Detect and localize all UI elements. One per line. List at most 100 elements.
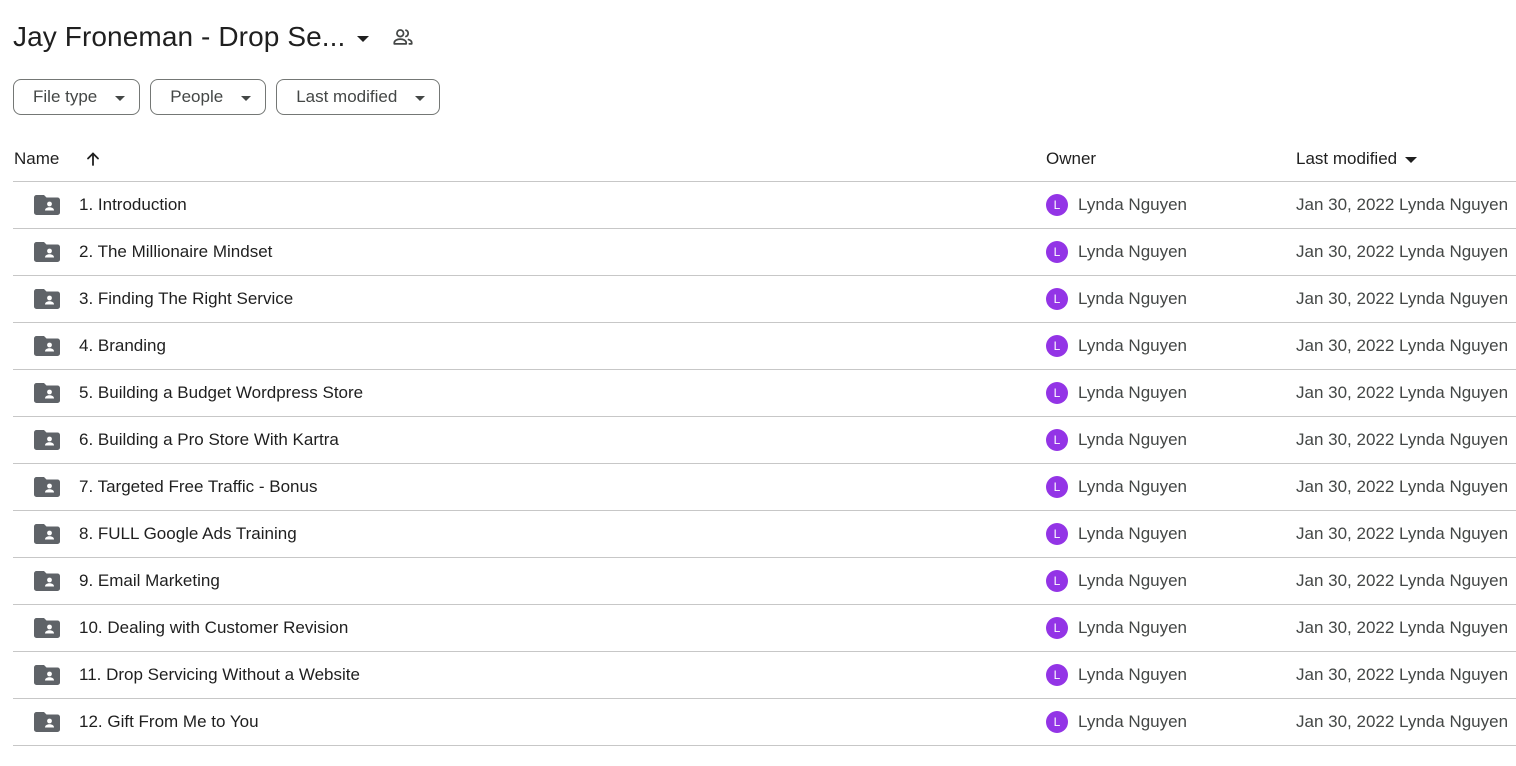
- shared-folder-icon: [34, 665, 60, 685]
- caret-down-icon[interactable]: [357, 35, 370, 42]
- filter-chips: File type People Last modified: [13, 79, 441, 115]
- avatar: L: [1046, 382, 1068, 404]
- caret-down-icon: [115, 95, 126, 101]
- last-modified-cell: Jan 30, 2022 Lynda Nguyen: [1296, 383, 1509, 402]
- last-modified-cell: Jan 30, 2022 Lynda Nguyen: [1296, 571, 1509, 590]
- file-name[interactable]: 11. Drop Servicing Without a Website: [79, 665, 360, 685]
- file-name[interactable]: 10. Dealing with Customer Revision: [79, 618, 348, 638]
- file-name[interactable]: 12. Gift From Me to You: [79, 712, 259, 732]
- owner-cell: L Lynda Nguyen: [1046, 476, 1187, 498]
- owner-name: Lynda Nguyen: [1078, 242, 1188, 261]
- table-row[interactable]: 3. Finding The Right Service L Lynda Ngu…: [13, 276, 1516, 323]
- avatar: L: [1046, 194, 1068, 216]
- table-row[interactable]: 4. Branding L Lynda Nguyen Jan 30, 2022 …: [13, 323, 1516, 370]
- file-type-filter[interactable]: File type: [13, 79, 141, 115]
- last-modified-cell: Jan 30, 2022 Lynda Nguyen: [1296, 524, 1509, 543]
- last-modified-cell: Jan 30, 2022 Lynda Nguyen: [1296, 477, 1509, 496]
- owner-name: Lynda Nguyen: [1078, 665, 1188, 684]
- table-row[interactable]: 6. Building a Pro Store With Kartra L Ly…: [13, 417, 1516, 464]
- owner-name: Lynda Nguyen: [1078, 477, 1188, 496]
- avatar: L: [1046, 288, 1068, 310]
- owner-name: Lynda Nguyen: [1078, 383, 1188, 402]
- avatar: L: [1046, 476, 1068, 498]
- owner-name: Lynda Nguyen: [1078, 336, 1188, 355]
- last-modified-cell: Jan 30, 2022 Lynda Nguyen: [1296, 242, 1509, 261]
- avatar: L: [1046, 617, 1068, 639]
- file-rows: 1. Introduction L Lynda Nguyen Jan 30, 2…: [13, 182, 1516, 746]
- avatar: L: [1046, 335, 1068, 357]
- owner-cell: L Lynda Nguyen: [1046, 664, 1187, 686]
- owner-cell: L Lynda Nguyen: [1046, 570, 1187, 592]
- shared-folder-icon: [34, 571, 60, 591]
- file-name[interactable]: 1. Introduction: [79, 195, 187, 215]
- table-row[interactable]: 8. FULL Google Ads Training L Lynda Nguy…: [13, 511, 1516, 558]
- sort-arrow-up-icon[interactable]: [85, 151, 101, 167]
- owner-cell: L Lynda Nguyen: [1046, 241, 1187, 263]
- last-modified-cell: Jan 30, 2022 Lynda Nguyen: [1296, 665, 1509, 684]
- people-filter-label: People: [170, 87, 224, 106]
- column-header-owner[interactable]: Owner: [1046, 149, 1096, 169]
- shared-folder-icon: [34, 242, 60, 262]
- table-row[interactable]: 5. Building a Budget Wordpress Store L L…: [13, 370, 1516, 417]
- owner-name: Lynda Nguyen: [1078, 571, 1188, 590]
- last-modified-filter[interactable]: Last modified: [276, 79, 441, 115]
- owner-cell: L Lynda Nguyen: [1046, 711, 1187, 733]
- file-name[interactable]: 3. Finding The Right Service: [79, 289, 293, 309]
- table-row[interactable]: 9. Email Marketing L Lynda Nguyen Jan 30…: [13, 558, 1516, 605]
- caret-down-icon: [415, 95, 426, 101]
- file-name[interactable]: 4. Branding: [79, 336, 166, 356]
- file-list-header: Name Owner Last modified: [13, 136, 1516, 182]
- table-row[interactable]: 1. Introduction L Lynda Nguyen Jan 30, 2…: [13, 182, 1516, 229]
- last-modified-filter-label: Last modified: [296, 87, 398, 106]
- folder-title[interactable]: Jay Froneman - Drop Se...: [13, 21, 345, 53]
- owner-cell: L Lynda Nguyen: [1046, 335, 1187, 357]
- file-name[interactable]: 8. FULL Google Ads Training: [79, 524, 297, 544]
- column-last-modified-label: Last modified: [1296, 148, 1398, 168]
- column-header-name[interactable]: Name: [14, 149, 101, 169]
- people-icon[interactable]: [391, 25, 415, 49]
- last-modified-cell: Jan 30, 2022 Lynda Nguyen: [1296, 430, 1509, 449]
- owner-cell: L Lynda Nguyen: [1046, 429, 1187, 451]
- file-name[interactable]: 6. Building a Pro Store With Kartra: [79, 430, 339, 450]
- avatar: L: [1046, 570, 1068, 592]
- table-row[interactable]: 7. Targeted Free Traffic - Bonus L Lynda…: [13, 464, 1516, 511]
- last-modified-cell: Jan 30, 2022 Lynda Nguyen: [1296, 336, 1509, 355]
- owner-name: Lynda Nguyen: [1078, 195, 1188, 214]
- owner-cell: L Lynda Nguyen: [1046, 194, 1187, 216]
- owner-cell: L Lynda Nguyen: [1046, 382, 1187, 404]
- owner-name: Lynda Nguyen: [1078, 712, 1188, 731]
- owner-name: Lynda Nguyen: [1078, 289, 1188, 308]
- shared-folder-icon: [34, 618, 60, 638]
- file-type-filter-label: File type: [33, 87, 98, 106]
- last-modified-cell: Jan 30, 2022 Lynda Nguyen: [1296, 289, 1509, 308]
- avatar: L: [1046, 523, 1068, 545]
- table-row[interactable]: 2. The Millionaire Mindset L Lynda Nguye…: [13, 229, 1516, 276]
- last-modified-cell: Jan 30, 2022 Lynda Nguyen: [1296, 195, 1509, 214]
- file-name[interactable]: 5. Building a Budget Wordpress Store: [79, 383, 363, 403]
- shared-folder-icon: [34, 289, 60, 309]
- column-name-label: Name: [14, 148, 60, 168]
- owner-name: Lynda Nguyen: [1078, 524, 1188, 543]
- avatar: L: [1046, 711, 1068, 733]
- people-filter[interactable]: People: [150, 79, 267, 115]
- avatar: L: [1046, 429, 1068, 451]
- owner-cell: L Lynda Nguyen: [1046, 288, 1187, 310]
- file-name[interactable]: 2. The Millionaire Mindset: [79, 242, 272, 262]
- folder-header: Jay Froneman - Drop Se...: [13, 14, 415, 60]
- drive-folder-view: Jay Froneman - Drop Se... File type Peop…: [0, 0, 1516, 766]
- table-row[interactable]: 10. Dealing with Customer Revision L Lyn…: [13, 605, 1516, 652]
- table-row[interactable]: 11. Drop Servicing Without a Website L L…: [13, 652, 1516, 699]
- file-name[interactable]: 7. Targeted Free Traffic - Bonus: [79, 477, 317, 497]
- column-header-last-modified[interactable]: Last modified: [1296, 148, 1418, 169]
- shared-folder-icon: [34, 336, 60, 356]
- caret-down-icon: [241, 95, 252, 101]
- shared-folder-icon: [34, 712, 60, 732]
- file-name[interactable]: 9. Email Marketing: [79, 571, 220, 591]
- shared-folder-icon: [34, 477, 60, 497]
- avatar: L: [1046, 664, 1068, 686]
- file-list: Name Owner Last modified 1. Introduction…: [13, 136, 1516, 746]
- owner-name: Lynda Nguyen: [1078, 618, 1188, 637]
- shared-folder-icon: [34, 430, 60, 450]
- owner-cell: L Lynda Nguyen: [1046, 523, 1187, 545]
- table-row[interactable]: 12. Gift From Me to You L Lynda Nguyen J…: [13, 699, 1516, 746]
